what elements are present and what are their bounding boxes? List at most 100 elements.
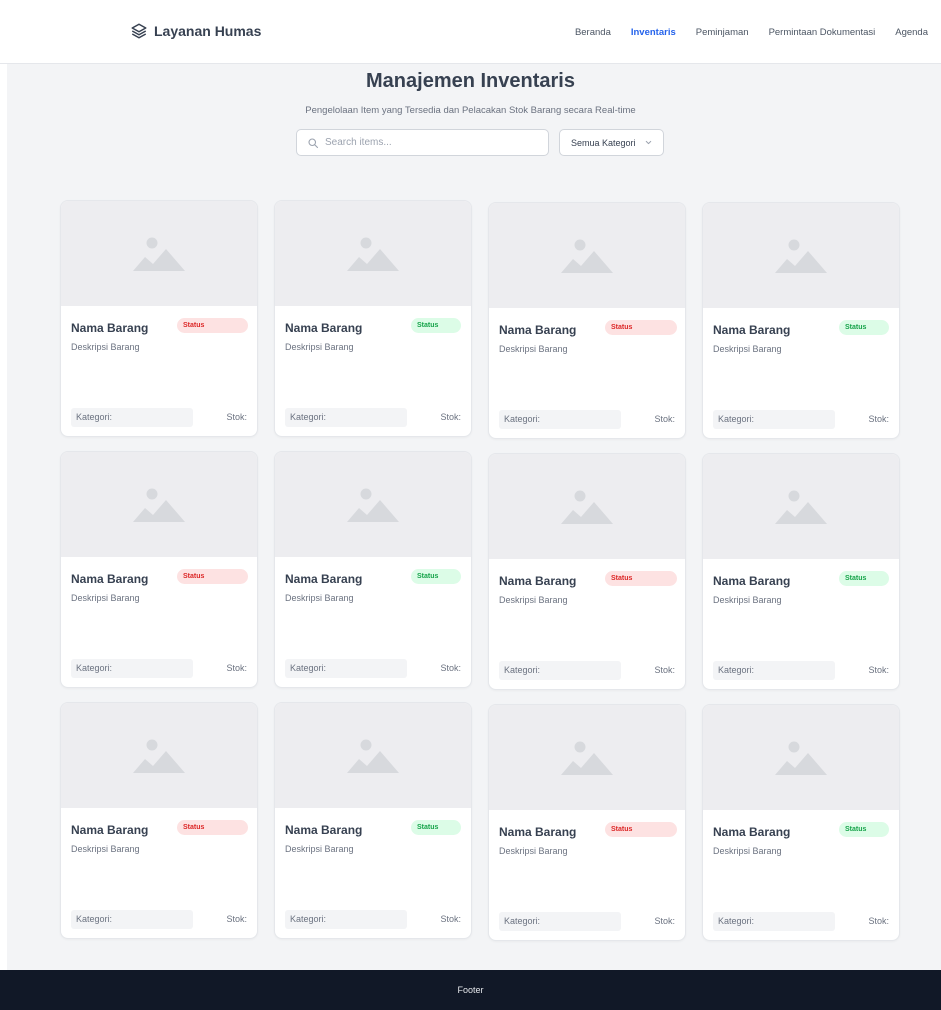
image-placeholder-icon (133, 739, 185, 773)
item-description: Deskripsi Barang (285, 342, 354, 352)
item-stock: Stok: (868, 665, 889, 675)
status-badge: Status (839, 571, 889, 586)
item-image (61, 452, 257, 557)
item-description: Deskripsi Barang (713, 846, 782, 856)
item-category: Kategori: (71, 659, 193, 678)
search-input[interactable] (325, 137, 525, 148)
item-stock: Stok: (654, 665, 675, 675)
page-title: Manajemen Inventaris (366, 70, 575, 92)
image-placeholder-icon (347, 237, 399, 271)
item-image (489, 203, 685, 308)
inventory-card[interactable]: Nama Barang Status Deskripsi Barang Kategor… (274, 200, 472, 437)
item-image (703, 705, 899, 810)
item-description: Deskripsi Barang (71, 342, 140, 352)
image-placeholder-icon (561, 239, 613, 273)
inventory-card[interactable]: Nama Barang Status Deskripsi Barang Kategor… (702, 704, 900, 941)
nav-item-agenda[interactable]: Agenda (895, 27, 928, 38)
image-placeholder-icon (133, 237, 185, 271)
item-description: Deskripsi Barang (285, 593, 354, 603)
item-image (489, 454, 685, 559)
status-badge: Status (605, 571, 677, 586)
nav-item-peminjaman[interactable]: Peminjaman (696, 27, 749, 38)
inventory-card[interactable]: Nama Barang Status Deskripsi Barang Kategor… (488, 202, 686, 439)
status-badge: Status (411, 569, 461, 584)
item-name: Nama Barang (285, 823, 363, 837)
footer: Footer (0, 970, 941, 1010)
item-category: Kategori: (71, 910, 193, 929)
item-image (703, 454, 899, 559)
item-image (61, 703, 257, 808)
image-placeholder-icon (561, 741, 613, 775)
item-category: Kategori: (71, 408, 193, 427)
inventory-card[interactable]: Nama Barang Status Deskripsi Barang Kategor… (60, 702, 258, 939)
inventory-card[interactable]: Nama Barang Status Deskripsi Barang Kategor… (488, 704, 686, 941)
item-description: Deskripsi Barang (285, 844, 354, 854)
nav-item-inventaris[interactable]: Inventaris (631, 27, 676, 38)
item-name: Nama Barang (285, 572, 363, 586)
image-placeholder-icon (561, 490, 613, 524)
item-name: Nama Barang (71, 572, 149, 586)
item-description: Deskripsi Barang (71, 844, 140, 854)
brand-name: Layanan Humas (154, 23, 262, 39)
item-category: Kategori: (499, 912, 621, 931)
item-name: Nama Barang (285, 321, 363, 335)
status-badge: Status (839, 822, 889, 837)
chevron-down-icon (645, 140, 652, 145)
item-description: Deskripsi Barang (499, 344, 568, 354)
item-category: Kategori: (285, 659, 407, 678)
item-stock: Stok: (440, 663, 461, 673)
item-category: Kategori: (499, 661, 621, 680)
brand[interactable]: Layanan Humas (130, 22, 261, 40)
item-description: Deskripsi Barang (499, 846, 568, 856)
status-badge: Status (605, 822, 677, 837)
item-description: Deskripsi Barang (713, 344, 782, 354)
inventory-card[interactable]: Nama Barang Status Deskripsi Barang Kategor… (702, 453, 900, 690)
item-stock: Stok: (226, 663, 247, 673)
item-stock: Stok: (440, 914, 461, 924)
item-stock: Stok: (654, 916, 675, 926)
item-category: Kategori: (713, 661, 835, 680)
status-badge: Status (839, 320, 889, 335)
item-description: Deskripsi Barang (713, 595, 782, 605)
image-placeholder-icon (775, 490, 827, 524)
item-name: Nama Barang (499, 825, 577, 839)
item-stock: Stok: (868, 414, 889, 424)
inventory-card[interactable]: Nama Barang Status Deskripsi Barang Kategor… (274, 451, 472, 688)
nav-item-beranda[interactable]: Beranda (575, 27, 611, 38)
item-name: Nama Barang (71, 823, 149, 837)
item-category: Kategori: (499, 410, 621, 429)
item-name: Nama Barang (499, 574, 577, 588)
item-image (275, 703, 471, 808)
category-filter-value: Semua Kategori (571, 137, 636, 148)
item-name: Nama Barang (713, 825, 791, 839)
page-subtitle: Pengelolaan Item yang Tersedia dan Pelac… (305, 105, 636, 116)
item-stock: Stok: (440, 412, 461, 422)
item-name: Nama Barang (713, 323, 791, 337)
item-category: Kategori: (713, 912, 835, 931)
status-badge: Status (177, 318, 248, 333)
nav-links: Beranda Inventaris Peminjaman Permintaan… (575, 27, 928, 38)
item-stock: Stok: (226, 412, 247, 422)
status-badge: Status (177, 820, 248, 835)
category-filter-select[interactable]: Semua Kategori (559, 129, 664, 156)
item-category: Kategori: (285, 910, 407, 929)
image-placeholder-icon (133, 488, 185, 522)
inventory-card[interactable]: Nama Barang Status Deskripsi Barang Kategor… (60, 451, 258, 688)
item-image (703, 203, 899, 308)
navbar: Layanan Humas Beranda Inventaris Peminja… (0, 0, 941, 64)
nav-item-permintaan-dokumentasi[interactable]: Permintaan Dokumentasi (769, 27, 876, 38)
status-badge: Status (411, 318, 461, 333)
inventory-card[interactable]: Nama Barang Status Deskripsi Barang Kategor… (702, 202, 900, 439)
status-badge: Status (411, 820, 461, 835)
image-placeholder-icon (775, 239, 827, 273)
item-image (489, 705, 685, 810)
item-description: Deskripsi Barang (71, 593, 140, 603)
item-name: Nama Barang (71, 321, 149, 335)
item-category: Kategori: (285, 408, 407, 427)
item-name: Nama Barang (713, 574, 791, 588)
status-badge: Status (177, 569, 248, 584)
inventory-card[interactable]: Nama Barang Status Deskripsi Barang Kategor… (274, 702, 472, 939)
search-icon (308, 137, 319, 148)
inventory-card[interactable]: Nama Barang Status Deskripsi Barang Kategor… (60, 200, 258, 437)
inventory-card[interactable]: Nama Barang Status Deskripsi Barang Kategor… (488, 453, 686, 690)
